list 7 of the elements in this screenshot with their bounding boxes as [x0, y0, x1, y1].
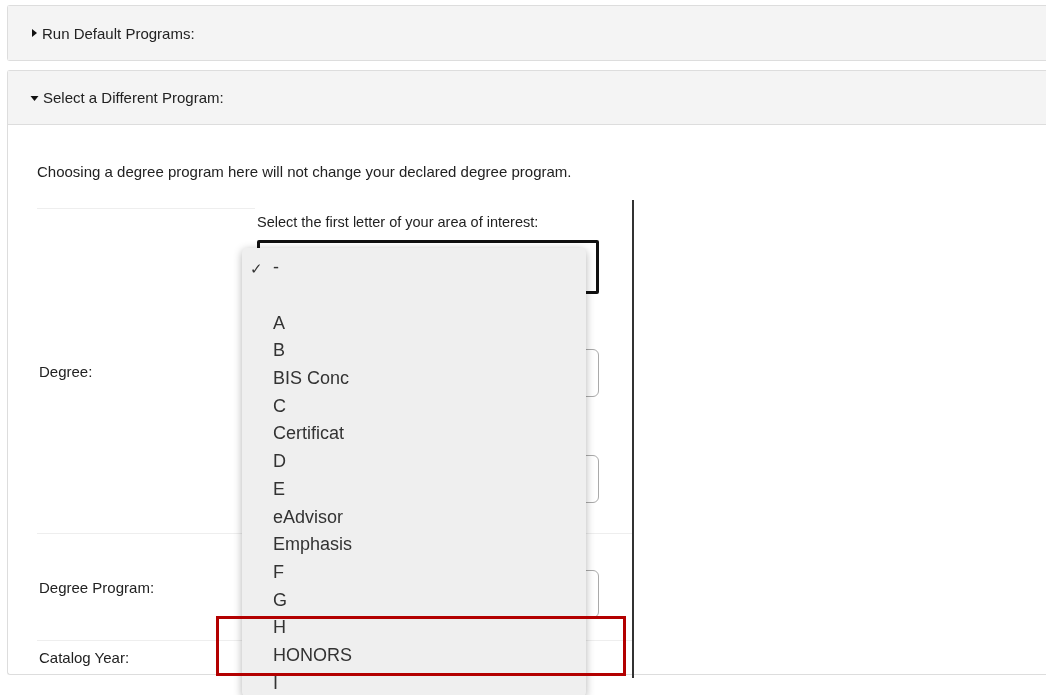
panel-header[interactable]: Select a Different Program:: [8, 71, 1046, 125]
panel-header[interactable]: Run Default Programs:: [8, 6, 1046, 60]
caret-right-icon: [30, 28, 38, 38]
panel-title: Select a Different Program:: [43, 89, 224, 106]
notice-text: Choosing a degree program here will not change your declared degree program.: [37, 163, 573, 181]
prompt-text: Select the first letter of your area of interest:: [257, 214, 540, 231]
panel-title: Run Default Programs:: [42, 24, 195, 42]
